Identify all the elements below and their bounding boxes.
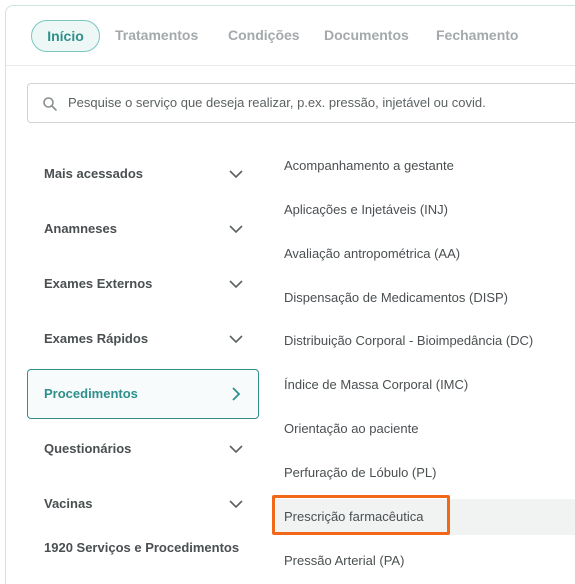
chevron-down-icon	[229, 225, 243, 234]
category-label: Vacinas	[44, 496, 93, 511]
search-placeholder: Pesquise o serviço que deseja realizar, …	[68, 95, 486, 110]
procedure-item[interactable]: Aplicações e Injetáveis (INJ)	[276, 192, 575, 228]
tab-documentos[interactable]: Documentos	[324, 20, 409, 52]
procedure-item[interactable]: Avaliação antropométrica (AA)	[276, 236, 575, 272]
tab-fechamento[interactable]: Fechamento	[436, 20, 518, 52]
chevron-right-icon	[232, 387, 241, 401]
procedure-item[interactable]: Perfuração de Lóbulo (PL)	[276, 455, 575, 491]
category-exames-rapidos[interactable]: Exames Rápidos	[27, 314, 259, 364]
procedure-item-prescricao[interactable]: Prescrição farmacêutica	[276, 499, 575, 535]
tab-condicoes[interactable]: Condições	[228, 20, 300, 52]
category-questionarios[interactable]: Questionários	[27, 424, 259, 474]
category-label: Exames Rápidos	[44, 331, 149, 346]
services-panel: Início Tratamentos Condições Documentos …	[5, 5, 575, 584]
category-mais-acessados[interactable]: Mais acessados	[27, 149, 259, 199]
category-exames-externos[interactable]: Exames Externos	[27, 259, 259, 309]
tab-bar: Início Tratamentos Condições Documentos …	[6, 6, 575, 66]
chevron-down-icon	[229, 445, 243, 454]
category-label: Exames Externos	[44, 276, 153, 291]
chevron-down-icon	[229, 500, 243, 509]
chevron-down-icon	[229, 170, 243, 179]
search-icon	[43, 97, 57, 111]
tab-tratamentos[interactable]: Tratamentos	[115, 20, 198, 52]
procedure-item[interactable]: Dispensação de Medicamentos (DISP)	[276, 280, 575, 316]
category-label: Anamneses	[44, 221, 117, 236]
procedure-item[interactable]: Orientação ao paciente	[276, 411, 575, 447]
category-label: Mais acessados	[44, 166, 144, 181]
category-label: Questionários	[44, 441, 132, 456]
search-input[interactable]: Pesquise o serviço que deseja realizar, …	[27, 83, 575, 123]
chevron-down-icon	[229, 335, 243, 344]
category-label: Procedimentos	[44, 386, 138, 401]
procedure-item[interactable]: Pressão Arterial (PA)	[276, 543, 575, 579]
category-anamneses[interactable]: Anamneses	[27, 204, 259, 254]
procedure-item[interactable]: Índice de Massa Corporal (IMC)	[276, 367, 575, 403]
procedure-item[interactable]: Acompanhamento a gestante	[276, 148, 575, 184]
services-count: 1920 Serviços e Procedimentos	[44, 540, 240, 555]
procedure-item[interactable]: Distribuição Corporal - Bioimpedância (D…	[276, 323, 575, 359]
chevron-down-icon	[229, 280, 243, 289]
tab-inicio[interactable]: Início	[31, 20, 100, 52]
category-procedimentos[interactable]: Procedimentos	[27, 369, 259, 419]
category-vacinas[interactable]: Vacinas	[27, 479, 259, 529]
